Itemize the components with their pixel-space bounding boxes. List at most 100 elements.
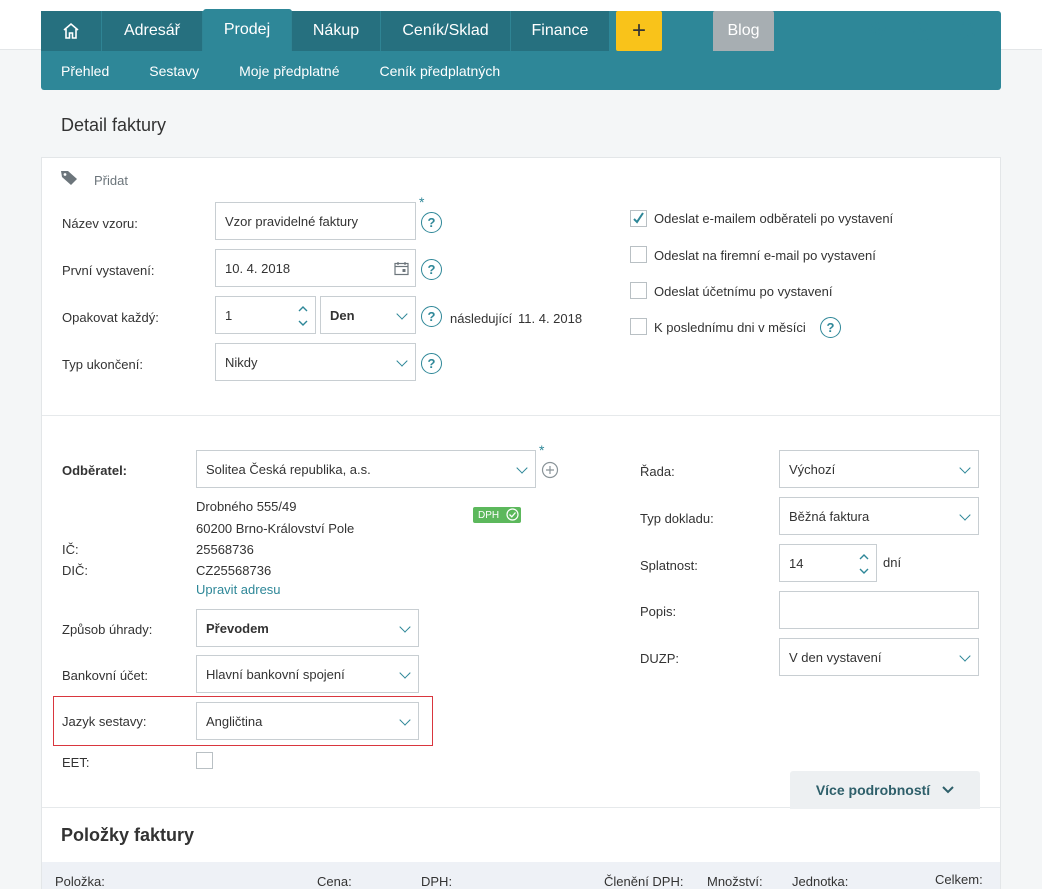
help-icon[interactable]: ? — [912, 20, 934, 42]
first-issue-date-input[interactable]: 10. 4. 2018 — [215, 249, 416, 287]
payment-method-select[interactable]: Převodem — [196, 609, 419, 647]
report-language-label: Jazyk sestavy: — [62, 714, 147, 729]
series-value: Výchozí — [789, 461, 836, 477]
checkbox-send-company-email[interactable] — [630, 246, 647, 263]
chevron-down-icon — [399, 714, 411, 726]
tab-finance[interactable]: Finance — [511, 11, 609, 51]
series-select[interactable]: Výchozí — [779, 450, 979, 488]
duzp-label: DUZP: — [640, 651, 679, 666]
column-header: DPH: — [421, 874, 453, 889]
help-icon[interactable]: ? — [421, 353, 442, 374]
checkbox-send-email-customer[interactable] — [630, 210, 647, 227]
checkbox-label: K poslednímu dni v měsíci — [654, 320, 806, 335]
chevron-down-icon — [396, 355, 408, 367]
checkbox-last-day-month[interactable] — [630, 318, 647, 335]
first-issue-label: První vystavení: — [62, 263, 155, 278]
column-header: Celkem: — [935, 872, 983, 887]
blog-button[interactable]: Blog — [713, 11, 774, 51]
gear-icon[interactable] — [866, 20, 888, 42]
checkbox-send-accountant[interactable] — [630, 282, 647, 299]
eet-checkbox[interactable] — [196, 752, 213, 769]
doc-type-select[interactable]: Běžná faktura — [779, 497, 979, 535]
stepper-arrows-icon[interactable] — [859, 553, 869, 575]
vat-badge-label: DPH — [478, 509, 500, 521]
customer-select[interactable]: Solitea Česká republika, a.s. — [196, 450, 536, 488]
subtab-prehled[interactable]: Přehled — [61, 63, 109, 79]
next-occurrence-date: 11. 4. 2018 — [518, 311, 583, 326]
report-language-value: Angličtina — [206, 713, 263, 729]
page-title: Detail faktury — [61, 115, 167, 135]
edit-address-link[interactable]: Upravit adresu — [196, 582, 281, 597]
end-type-label: Typ ukončení: — [62, 357, 143, 372]
next-occurrence-label: následující — [450, 311, 513, 326]
tag-icon[interactable] — [60, 169, 80, 187]
help-icon[interactable]: ? — [421, 306, 442, 327]
column-header: Položka: — [55, 874, 105, 889]
description-input[interactable] — [779, 591, 979, 629]
dic-value: CZ25568736 — [196, 563, 272, 578]
customer-value: Solitea Česká republika, a.s. — [206, 461, 371, 477]
calendar-icon[interactable] — [394, 261, 409, 276]
repeat-unit-select[interactable]: Den — [320, 296, 416, 334]
due-stepper[interactable]: 14 — [779, 544, 877, 582]
chevron-down-icon — [516, 462, 528, 474]
template-name-label: Název vzoru: — [62, 216, 138, 231]
check-icon — [633, 212, 644, 224]
subtab-cenik-predplatnych[interactable]: Ceník předplatných — [379, 63, 500, 79]
required-mark: * — [539, 442, 545, 458]
stepper-arrows-icon[interactable] — [298, 305, 308, 327]
sub-navigation: Přehled Sestavy Moje předplatné Ceník př… — [41, 52, 520, 90]
repeat-unit-value: Den — [330, 307, 355, 323]
repeat-stepper[interactable]: 1 — [215, 296, 316, 334]
add-customer-icon[interactable] — [541, 461, 559, 479]
required-mark: * — [419, 194, 425, 210]
chevron-down-icon — [399, 667, 411, 679]
help-icon[interactable]: ? — [820, 317, 841, 338]
divider — [42, 415, 1000, 416]
dic-label: DIČ: — [62, 563, 88, 578]
template-name-input[interactable]: Vzor pravidelné faktury — [215, 202, 416, 240]
ic-label: IČ: — [62, 542, 79, 557]
chevron-down-icon — [959, 462, 971, 474]
chevron-down-icon — [959, 650, 971, 662]
doc-type-label: Typ dokladu: — [640, 511, 714, 526]
tab-cenik-sklad[interactable]: Ceník/Sklad — [381, 11, 511, 51]
checkbox-label: Odeslat e-mailem odběrateli po vystavení — [654, 211, 894, 226]
series-label: Řada: — [640, 464, 675, 479]
nav-home[interactable] — [41, 11, 102, 51]
column-header: Množství: — [707, 874, 763, 889]
report-language-select[interactable]: Angličtina — [196, 702, 419, 740]
tab-nakup[interactable]: Nákup — [292, 11, 381, 51]
repeat-value: 1 — [225, 307, 233, 323]
doc-type-value: Běžná faktura — [789, 508, 870, 524]
payment-method-value: Převodem — [206, 620, 269, 636]
column-header: Členění DPH: — [604, 874, 684, 889]
column-header: Jednotka: — [792, 874, 849, 889]
notification-icon[interactable] — [955, 20, 977, 42]
svg-text:?: ? — [919, 25, 926, 39]
duzp-select[interactable]: V den vystavení — [779, 638, 979, 676]
add-tag-link[interactable]: Přidat — [94, 173, 128, 188]
main-navigation: Adresář Prodej Nákup Ceník/Sklad Finance… — [41, 9, 1001, 90]
customer-street: Drobného 555/49 — [196, 499, 297, 514]
due-value: 14 — [789, 555, 804, 571]
end-type-value: Nikdy — [225, 354, 258, 370]
bank-account-label: Bankovní účet: — [62, 668, 148, 683]
eet-label: EET: — [62, 755, 90, 770]
checkbox-label: Odeslat na firemní e-mail po vystavení — [654, 248, 876, 263]
end-type-select[interactable]: Nikdy — [215, 343, 416, 381]
tab-adresar[interactable]: Adresář — [102, 11, 203, 51]
subtab-moje-predplatne[interactable]: Moje předplatné — [239, 63, 339, 79]
subtab-sestavy[interactable]: Sestavy — [149, 63, 199, 79]
help-icon[interactable]: ? — [421, 212, 442, 233]
payment-method-label: Způsob úhrady: — [62, 622, 153, 637]
nav-tabs: Adresář Prodej Nákup Ceník/Sklad Finance — [41, 9, 609, 51]
chevron-down-icon — [942, 786, 954, 794]
duzp-value: V den vystavení — [789, 649, 882, 665]
add-button[interactable]: + — [616, 11, 662, 51]
help-icon[interactable]: ? — [421, 259, 442, 280]
check-circle-icon — [506, 508, 519, 521]
bank-account-select[interactable]: Hlavní bankovní spojení — [196, 655, 419, 693]
more-details-button[interactable]: Více podrobností — [790, 771, 980, 809]
tab-prodej[interactable]: Prodej — [203, 9, 292, 51]
